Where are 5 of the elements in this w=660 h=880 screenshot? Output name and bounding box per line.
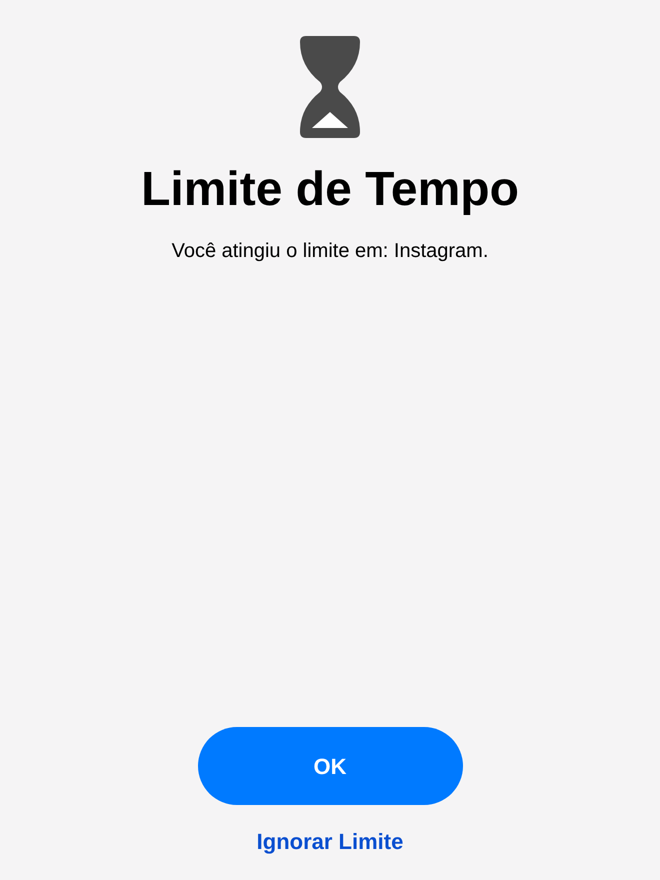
title: Limite de Tempo [141,162,519,218]
message: Você atingiu o limite em: Instagram. [172,239,488,264]
ok-button[interactable]: OK [198,727,462,805]
hourglass-icon [300,36,360,138]
ignore-limit-link[interactable]: Ignorar Limite [256,825,404,858]
